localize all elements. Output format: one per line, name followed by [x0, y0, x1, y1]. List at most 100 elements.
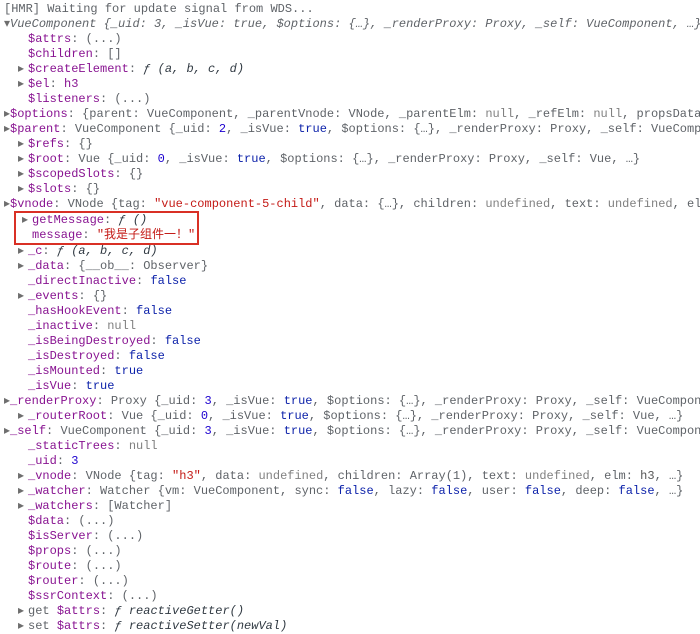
- chevron-right-icon[interactable]: [18, 77, 28, 92]
- property-content: _watchers: [Watcher]: [28, 499, 172, 514]
- property-content: _vnode: VNode {tag: "h3", data: undefine…: [28, 469, 683, 484]
- property-row[interactable]: _hasHookEvent: false: [4, 304, 700, 319]
- chevron-right-icon[interactable]: [18, 167, 28, 182]
- hmr-text: [HMR] Waiting for update signal from WDS…: [4, 2, 314, 17]
- chevron-right-icon[interactable]: [22, 213, 32, 228]
- property-content: get $attrs: ƒ reactiveGetter(): [28, 604, 244, 619]
- hmr-line: [HMR] Waiting for update signal from WDS…: [4, 2, 700, 17]
- property-content: $createElement: ƒ (a, b, c, d): [28, 62, 244, 77]
- property-row[interactable]: $el: h3: [4, 77, 700, 92]
- property-content: _uid: 3: [28, 454, 78, 469]
- property-content: $listeners: (...): [28, 92, 150, 107]
- property-content: $refs: {}: [28, 137, 93, 152]
- property-row[interactable]: _routerRoot: Vue {_uid: 0, _isVue: true,…: [4, 409, 700, 424]
- property-content: _routerRoot: Vue {_uid: 0, _isVue: true,…: [28, 409, 683, 424]
- chevron-right-icon[interactable]: [18, 152, 28, 167]
- property-content: $isServer: (...): [28, 529, 143, 544]
- chevron-right-icon[interactable]: [18, 619, 28, 634]
- property-row[interactable]: $root: Vue {_uid: 0, _isVue: true, $opti…: [4, 152, 700, 167]
- property-row[interactable]: _isMounted: true: [4, 364, 700, 379]
- chevron-right-icon[interactable]: [18, 244, 28, 259]
- property-content: $vnode: VNode {tag: "vue-component-5-chi…: [10, 197, 700, 212]
- property-content: _events: {}: [28, 289, 107, 304]
- chevron-right-icon[interactable]: [18, 62, 28, 77]
- property-row[interactable]: _inactive: null: [4, 319, 700, 334]
- property-row[interactable]: $attrs: (...): [4, 32, 700, 47]
- property-content: $options: {parent: VueComponent, _parent…: [10, 107, 700, 122]
- property-content: _isBeingDestroyed: false: [28, 334, 201, 349]
- property-row[interactable]: _data: {__ob__: Observer}: [4, 259, 700, 274]
- property-row[interactable]: $scopedSlots: {}: [4, 167, 700, 182]
- property-row[interactable]: $isServer: (...): [4, 529, 700, 544]
- property-row[interactable]: $parent: VueComponent {_uid: 2, _isVue: …: [4, 122, 700, 137]
- chevron-right-icon[interactable]: [18, 484, 28, 499]
- property-row[interactable]: $data: (...): [4, 514, 700, 529]
- property-row[interactable]: _watcher: Watcher {vm: VueComponent, syn…: [4, 484, 700, 499]
- property-row[interactable]: $ssrContext: (...): [4, 589, 700, 604]
- chevron-right-icon[interactable]: [18, 259, 28, 274]
- property-row[interactable]: _renderProxy: Proxy {_uid: 3, _isVue: tr…: [4, 394, 700, 409]
- property-row[interactable]: $props: (...): [4, 544, 700, 559]
- property-content: _staticTrees: null: [28, 439, 158, 454]
- property-content: _self: VueComponent {_uid: 3, _isVue: tr…: [10, 424, 700, 439]
- property-row[interactable]: $children: []: [4, 47, 700, 62]
- property-row[interactable]: _self: VueComponent {_uid: 3, _isVue: tr…: [4, 424, 700, 439]
- chevron-right-icon[interactable]: [18, 469, 28, 484]
- root-object[interactable]: VueComponent {_uid: 3, _isVue: true, $op…: [4, 17, 700, 32]
- property-content: $parent: VueComponent {_uid: 2, _isVue: …: [10, 122, 700, 137]
- chevron-right-icon[interactable]: [18, 499, 28, 514]
- property-row[interactable]: message: "我是子组件一！": [18, 228, 195, 243]
- property-row[interactable]: $createElement: ƒ (a, b, c, d): [4, 62, 700, 77]
- console-pane: [HMR] Waiting for update signal from WDS…: [0, 0, 700, 634]
- property-content: _inactive: null: [28, 319, 136, 334]
- property-row[interactable]: _c: ƒ (a, b, c, d): [4, 244, 700, 259]
- highlighted-region: getMessage: ƒ ()message: "我是子组件一！": [14, 211, 199, 245]
- property-content: set $attrs: ƒ reactiveSetter(newVal): [28, 619, 287, 634]
- property-row[interactable]: $listeners: (...): [4, 92, 700, 107]
- property-row[interactable]: _watchers: [Watcher]: [4, 499, 700, 514]
- chevron-right-icon[interactable]: [18, 604, 28, 619]
- chevron-right-icon[interactable]: [18, 409, 28, 424]
- property-content: $root: Vue {_uid: 0, _isVue: true, $opti…: [28, 152, 640, 167]
- property-row[interactable]: _uid: 3: [4, 454, 700, 469]
- property-content: $children: []: [28, 47, 122, 62]
- property-content: $route: (...): [28, 559, 122, 574]
- property-row[interactable]: _vnode: VNode {tag: "h3", data: undefine…: [4, 469, 700, 484]
- property-content: $ssrContext: (...): [28, 589, 158, 604]
- chevron-right-icon[interactable]: [18, 137, 28, 152]
- property-content: _isDestroyed: false: [28, 349, 165, 364]
- property-content: _isMounted: true: [28, 364, 143, 379]
- property-content: _renderProxy: Proxy {_uid: 3, _isVue: tr…: [10, 394, 700, 409]
- chevron-right-icon[interactable]: [18, 182, 28, 197]
- property-content: $scopedSlots: {}: [28, 167, 143, 182]
- property-content: _hasHookEvent: false: [28, 304, 172, 319]
- chevron-right-icon[interactable]: [18, 289, 28, 304]
- property-row[interactable]: $refs: {}: [4, 137, 700, 152]
- property-row[interactable]: _events: {}: [4, 289, 700, 304]
- property-row[interactable]: $router: (...): [4, 574, 700, 589]
- property-content: _watcher: Watcher {vm: VueComponent, syn…: [28, 484, 683, 499]
- property-row[interactable]: _staticTrees: null: [4, 439, 700, 454]
- property-row[interactable]: set $attrs: ƒ reactiveSetter(newVal): [4, 619, 700, 634]
- property-row[interactable]: $route: (...): [4, 559, 700, 574]
- property-content: $data: (...): [28, 514, 114, 529]
- property-row[interactable]: getMessage: ƒ (): [18, 213, 195, 228]
- property-content: getMessage: ƒ (): [32, 213, 147, 228]
- property-row[interactable]: _isBeingDestroyed: false: [4, 334, 700, 349]
- property-content: _data: {__ob__: Observer}: [28, 259, 208, 274]
- property-row[interactable]: _isVue: true: [4, 379, 700, 394]
- property-content: _directInactive: false: [28, 274, 186, 289]
- property-content: $props: (...): [28, 544, 122, 559]
- property-content: $router: (...): [28, 574, 129, 589]
- root-preview: VueComponent {_uid: 3, _isVue: true, $op…: [10, 17, 700, 31]
- property-content: _c: ƒ (a, b, c, d): [28, 244, 158, 259]
- property-content: $attrs: (...): [28, 32, 122, 47]
- property-row[interactable]: $slots: {}: [4, 182, 700, 197]
- property-row[interactable]: get $attrs: ƒ reactiveGetter(): [4, 604, 700, 619]
- property-row[interactable]: _directInactive: false: [4, 274, 700, 289]
- property-content: _isVue: true: [28, 379, 114, 394]
- property-row[interactable]: $vnode: VNode {tag: "vue-component-5-chi…: [4, 197, 700, 212]
- property-row[interactable]: _isDestroyed: false: [4, 349, 700, 364]
- property-content: $slots: {}: [28, 182, 100, 197]
- property-row[interactable]: $options: {parent: VueComponent, _parent…: [4, 107, 700, 122]
